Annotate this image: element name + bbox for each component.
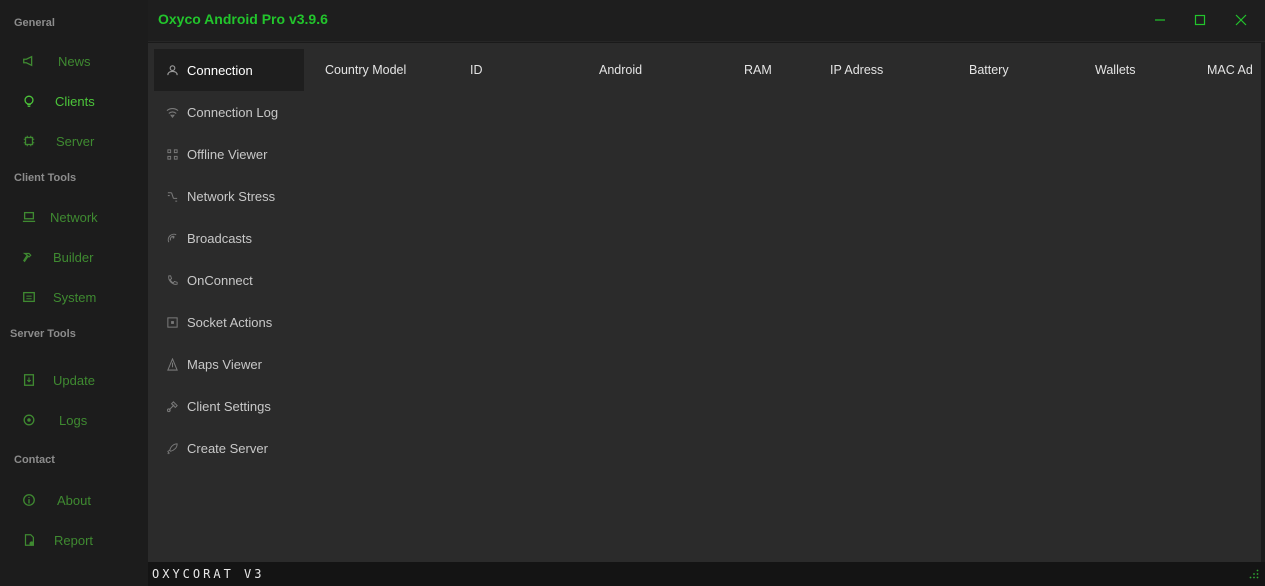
phone-icon: [165, 273, 179, 287]
info-icon: [21, 492, 37, 508]
submenu-item-client-settings[interactable]: Client Settings: [154, 385, 304, 427]
rail-item-news[interactable]: News: [0, 43, 148, 79]
submenu-item-socket-actions[interactable]: Socket Actions: [154, 301, 304, 343]
submenu-item-label: OnConnect: [187, 272, 253, 288]
rail-item-label: Report: [54, 532, 94, 548]
report-icon: [21, 532, 37, 548]
submenu-item-onconnect[interactable]: OnConnect: [154, 259, 304, 301]
system-icon: [21, 289, 37, 305]
column-header-battery[interactable]: Battery: [969, 63, 1009, 77]
submenu-item-label: Create Server: [187, 440, 268, 456]
laptop-icon: [21, 209, 37, 225]
close-icon: [1235, 14, 1247, 26]
rail-item-about[interactable]: About: [0, 482, 148, 518]
rail-item-update[interactable]: Update: [0, 362, 148, 398]
rail-section-contact: Contact: [14, 454, 55, 466]
broadcast-icon: [165, 231, 179, 245]
submenu-item-network-stress[interactable]: Network Stress: [154, 175, 304, 217]
rail-section-general: General: [14, 17, 55, 29]
maximize-icon: [1194, 14, 1206, 26]
user-icon: [165, 63, 179, 77]
window-right-edge: [1261, 42, 1265, 562]
update-icon: [21, 372, 37, 388]
megaphone-icon: [21, 53, 37, 69]
rail-item-logs[interactable]: Logs: [0, 402, 148, 438]
close-button[interactable]: [1231, 10, 1251, 30]
column-header-mac-address[interactable]: MAC Ad: [1207, 63, 1253, 77]
rail-item-clients[interactable]: Clients: [0, 83, 148, 119]
rail-item-network[interactable]: Network: [0, 199, 148, 235]
hammer-icon: [21, 249, 37, 265]
main-panel: Connection Connection Log Offline Viewer…: [148, 43, 1261, 562]
column-header-ip-address[interactable]: IP Adress: [830, 63, 883, 77]
rail-item-label: System: [53, 289, 97, 305]
rail-item-server[interactable]: Server: [0, 123, 148, 159]
submenu-item-label: Connection Log: [187, 104, 279, 120]
rail-section-client-tools: Client Tools: [14, 172, 77, 184]
submenu-item-create-server[interactable]: Create Server: [154, 427, 304, 469]
submenu-item-label: Offline Viewer: [187, 146, 268, 162]
column-header-country-model[interactable]: Country Model: [325, 63, 406, 77]
lightbulb-icon: [21, 93, 37, 109]
title-bar[interactable]: Oxyco Android Pro v3.9.6: [148, 0, 1265, 42]
minimize-button[interactable]: [1150, 10, 1170, 30]
submenu-item-broadcasts[interactable]: Broadcasts: [154, 217, 304, 259]
maximize-button[interactable]: [1190, 10, 1210, 30]
rail-item-label: Server: [56, 133, 95, 149]
column-header-wallets[interactable]: Wallets: [1095, 63, 1136, 77]
submenu-item-label: Client Settings: [187, 398, 271, 414]
minimize-icon: [1155, 19, 1165, 21]
submenu-item-maps-viewer[interactable]: Maps Viewer: [154, 343, 304, 385]
chip-icon: [21, 133, 37, 149]
rail-item-label: Update: [53, 372, 95, 388]
footer-brand: OXYCORAT V3: [152, 567, 265, 581]
submenu-item-connection[interactable]: Connection: [154, 49, 304, 91]
resize-grip-icon[interactable]: [1249, 569, 1259, 579]
app-title: Oxyco Android Pro v3.9.6: [158, 11, 328, 27]
rail-item-builder[interactable]: Builder: [0, 239, 148, 275]
settings-icon: [165, 399, 179, 413]
submenu-item-offline-viewer[interactable]: Offline Viewer: [154, 133, 304, 175]
rail-item-label: Logs: [59, 412, 88, 428]
rail-item-label: Network: [50, 209, 98, 225]
rail-item-label: Clients: [55, 93, 95, 109]
rail-item-label: Builder: [53, 249, 94, 265]
logs-icon: [21, 412, 37, 428]
submenu-item-connection-log[interactable]: Connection Log: [154, 91, 304, 133]
status-footer: OXYCORAT V3: [148, 562, 1265, 586]
rail-item-report[interactable]: Report: [0, 522, 148, 558]
left-nav-rail: General News Clients Server Client Tools…: [0, 0, 148, 586]
stress-icon: [165, 189, 179, 203]
submenu-item-label: Network Stress: [187, 188, 276, 204]
rail-section-server-tools: Server Tools: [10, 328, 76, 340]
rail-item-label: About: [57, 492, 91, 508]
submenu-item-label: Broadcasts: [187, 230, 253, 246]
socket-icon: [165, 315, 179, 329]
submenu-item-label: Maps Viewer: [187, 356, 262, 372]
grid-icon: [165, 147, 179, 161]
column-header-ram[interactable]: RAM: [744, 63, 772, 77]
column-header-android[interactable]: Android: [599, 63, 642, 77]
submenu-item-label: Connection: [187, 62, 253, 78]
rail-item-label: News: [58, 53, 91, 69]
rocket-icon: [165, 441, 179, 455]
wifi-icon: [165, 105, 179, 119]
map-icon: [165, 357, 179, 371]
column-header-id[interactable]: ID: [470, 63, 483, 77]
submenu-item-label: Socket Actions: [187, 314, 273, 330]
rail-item-system[interactable]: System: [0, 279, 148, 315]
